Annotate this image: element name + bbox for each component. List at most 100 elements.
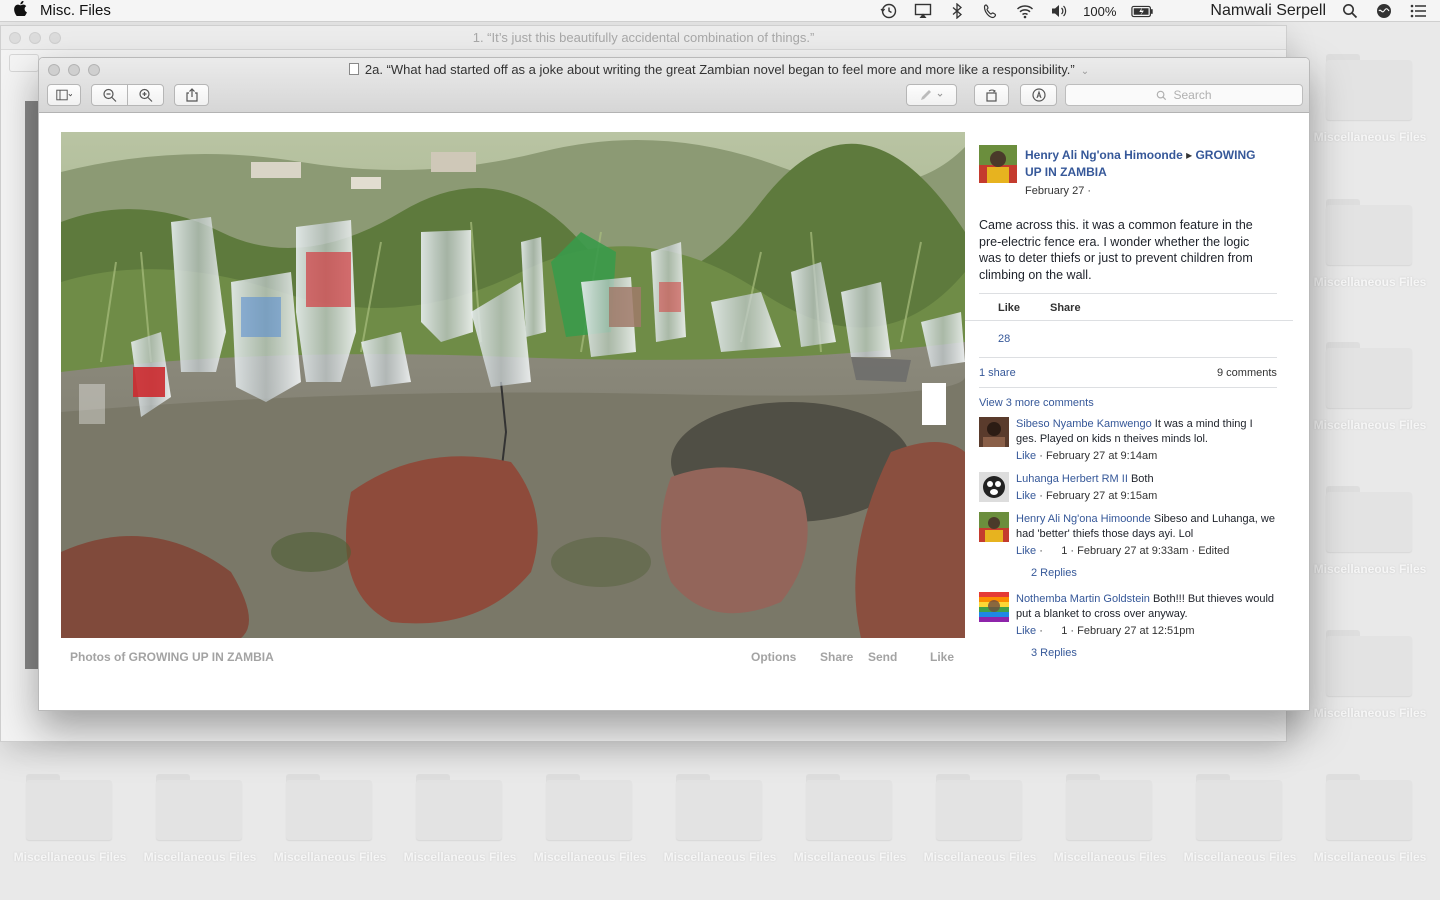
desktop-folder[interactable]: Miscellaneous Files	[1310, 189, 1430, 309]
share-icon	[185, 88, 198, 102]
view-replies-link[interactable]: 2 Replies	[1031, 567, 1077, 579]
avatar[interactable]	[979, 472, 1009, 502]
desktop-folder[interactable]: Miscellaneous Files	[1310, 332, 1430, 452]
view-replies-link[interactable]: 3 Replies	[1031, 647, 1077, 659]
phone-icon[interactable]	[981, 2, 1001, 20]
comment-timestamp[interactable]: · February 27 at 9:14am	[1036, 450, 1157, 462]
sidebar-view-button[interactable]	[47, 84, 81, 106]
desktop-folder-label: Miscellaneous Files	[533, 850, 647, 864]
desktop-folder[interactable]: Miscellaneous Files	[1050, 764, 1170, 884]
photo-options-link[interactable]: Options	[751, 650, 796, 664]
comment-like-link[interactable]: Like	[1016, 625, 1036, 637]
photo-send-link[interactable]: Send	[868, 650, 897, 664]
comment-like-link[interactable]: Like	[1016, 490, 1036, 502]
view-more-comments-link[interactable]: View 3 more comments	[979, 397, 1094, 409]
likes-count[interactable]: 28	[998, 333, 1010, 345]
desktop-folder-label: Miscellaneous Files	[403, 850, 517, 864]
desktop-folder[interactable]: Miscellaneous Files	[790, 764, 910, 884]
desktop-folder[interactable]: Miscellaneous Files	[140, 764, 260, 884]
commenter-name[interactable]: Henry Ali Ng'ona Himoonde	[1016, 513, 1151, 525]
post-photo[interactable]	[61, 132, 965, 638]
commenter-name[interactable]: Luhanga Herbert RM II	[1016, 473, 1128, 485]
zoom-button[interactable]	[49, 32, 61, 44]
comment-timestamp[interactable]: · 1 · February 27 at 12:51pm	[1036, 625, 1194, 637]
desktop-folder-label: Miscellaneous Files	[1313, 706, 1427, 720]
bluetooth-icon[interactable]	[947, 2, 967, 20]
preview-window[interactable]: 2a. “What had started off as a joke abou…	[38, 57, 1310, 711]
post-text: Came across this. it was a common featur…	[979, 218, 1253, 282]
zoom-button[interactable]	[88, 64, 100, 76]
avatar[interactable]	[979, 592, 1009, 622]
zoom-out-icon	[102, 88, 116, 102]
avatar[interactable]	[979, 417, 1009, 447]
photo-album-title[interactable]: Photos of GROWING UP IN ZAMBIA	[70, 650, 274, 664]
time-machine-icon[interactable]	[879, 2, 899, 20]
previous-photo-button[interactable]	[79, 384, 105, 424]
wifi-icon[interactable]	[1015, 2, 1035, 20]
comment-body: Luhanga Herbert RM II Both	[1016, 472, 1276, 487]
shares-count[interactable]: 1 share	[979, 367, 1016, 379]
markup-button[interactable]	[906, 84, 957, 106]
chevron-down-icon[interactable]: ⌄	[1081, 66, 1089, 77]
comment-like-link[interactable]: Like	[1016, 545, 1036, 557]
desktop-folder[interactable]: Miscellaneous Files	[400, 764, 520, 884]
desktop-folder-label: Miscellaneous Files	[1313, 418, 1427, 432]
close-button[interactable]	[48, 64, 60, 76]
commenter-name[interactable]: Sibeso Nyambe Kamwengo	[1016, 418, 1152, 430]
next-photo-button[interactable]	[922, 383, 946, 425]
like-button[interactable]: Like	[998, 302, 1020, 314]
desktop-folder[interactable]: Miscellaneous Files	[1310, 44, 1430, 164]
spotlight-search-icon[interactable]	[1340, 2, 1360, 20]
sidebar-toggle-button[interactable]	[9, 54, 39, 72]
desktop-folder[interactable]: Miscellaneous Files	[660, 764, 780, 884]
avatar[interactable]	[979, 145, 1017, 183]
comment-meta: Like · February 27 at 9:14am	[1016, 450, 1157, 462]
desktop-folder[interactable]: Miscellaneous Files	[1310, 764, 1430, 884]
desktop-folder-label: Miscellaneous Files	[1313, 130, 1427, 144]
markup-toolbar-button[interactable]	[1020, 84, 1057, 106]
volume-icon[interactable]	[1049, 2, 1069, 20]
minimize-button[interactable]	[29, 32, 41, 44]
desktop-folder[interactable]: Miscellaneous Files	[920, 764, 1040, 884]
desktop-folder[interactable]: Miscellaneous Files	[530, 764, 650, 884]
rotate-button[interactable]	[974, 84, 1009, 106]
post-date[interactable]: February 27 ·	[1025, 185, 1091, 197]
desktop-folder[interactable]: Miscellaneous Files	[1310, 620, 1430, 740]
battery-charging-icon[interactable]	[1130, 2, 1156, 20]
close-button[interactable]	[9, 32, 21, 44]
post-author-name[interactable]: Henry Ali Ng'ona Himoonde	[1025, 148, 1183, 162]
comment-like-link[interactable]: Like	[1016, 450, 1036, 462]
comment-timestamp[interactable]: · 1 · February 27 at 9:33am · Edited	[1036, 545, 1229, 557]
photo-like-link[interactable]: Like	[930, 650, 954, 664]
share-post-button[interactable]: Share	[1050, 302, 1081, 314]
desktop-folder[interactable]: Miscellaneous Files	[270, 764, 390, 884]
desktop-folder[interactable]: Miscellaneous Files	[1180, 764, 1300, 884]
apple-menu-icon[interactable]	[0, 0, 40, 20]
avatar[interactable]	[979, 512, 1009, 542]
app-name-menu[interactable]: Misc. Files	[40, 2, 111, 19]
comment-timestamp[interactable]: · February 27 at 9:15am	[1036, 490, 1157, 502]
user-name-menu[interactable]: Namwali Serpell	[1210, 2, 1326, 20]
siri-icon[interactable]	[1374, 2, 1394, 20]
search-placeholder: Search	[1173, 88, 1212, 102]
window-title: 2a. “What had started off as a joke abou…	[279, 62, 1159, 77]
document-icon	[348, 63, 359, 75]
divider	[979, 293, 1277, 294]
desktop-folder[interactable]: Miscellaneous Files	[1310, 476, 1430, 596]
zoom-out-button[interactable]	[91, 84, 128, 106]
zoom-in-button[interactable]	[127, 84, 164, 106]
minimize-button[interactable]	[68, 64, 80, 76]
rotate-icon	[985, 89, 997, 102]
share-button[interactable]	[174, 84, 209, 106]
menu-bar: Misc. Files 100% Namwali Serpell	[0, 0, 1440, 22]
notification-center-icon[interactable]	[1408, 2, 1428, 20]
post-author: Henry Ali Ng'ona Himoonde ▸ GROWING UP I…	[1025, 148, 1256, 179]
zoom-in-icon	[138, 88, 152, 102]
desktop-folder-label: Miscellaneous Files	[663, 850, 777, 864]
comments-count[interactable]: 9 comments	[1217, 367, 1277, 379]
airplay-icon[interactable]	[913, 2, 933, 20]
commenter-name[interactable]: Nothemba Martin Goldstein	[1016, 593, 1150, 605]
desktop-folder[interactable]: Miscellaneous Files	[10, 764, 130, 884]
search-input[interactable]: Search	[1065, 84, 1303, 106]
photo-share-link[interactable]: Share	[820, 650, 853, 664]
